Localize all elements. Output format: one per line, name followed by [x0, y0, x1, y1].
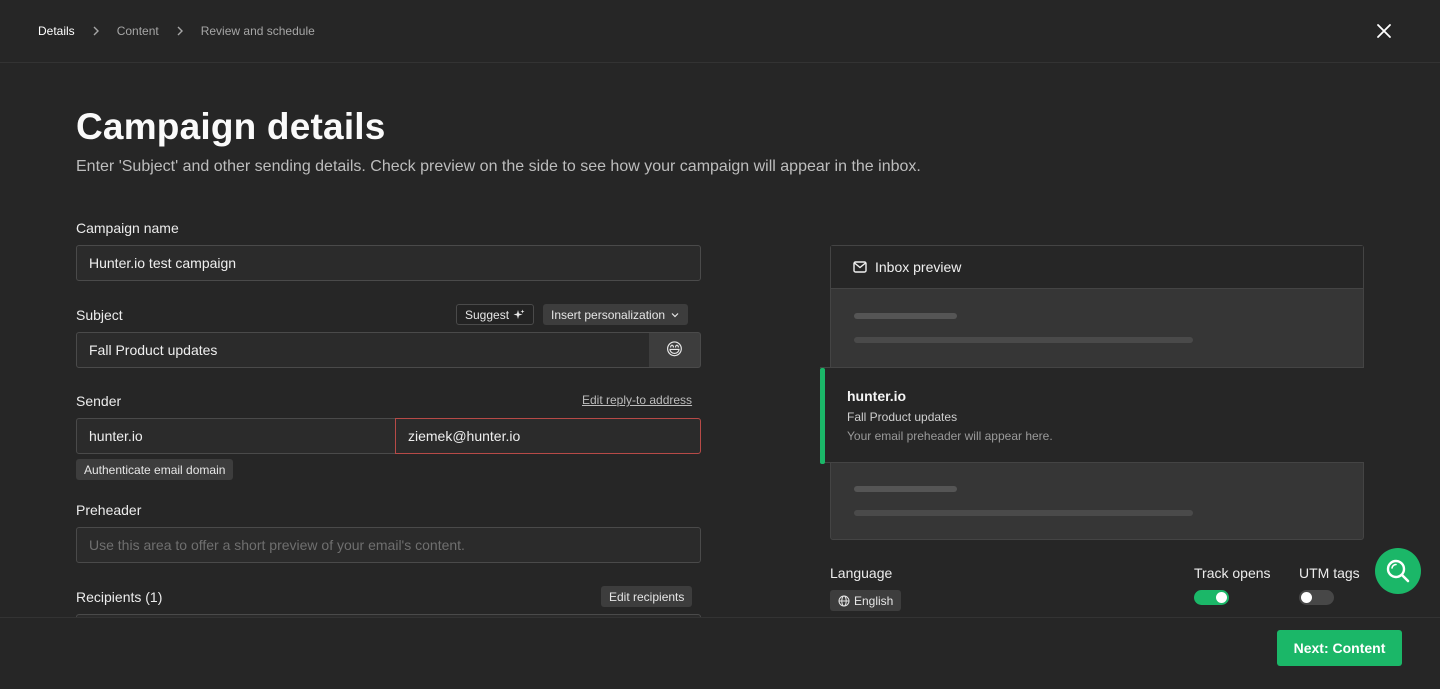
utm-tags-label: UTM tags	[1299, 565, 1360, 581]
suggest-button-label: Suggest	[465, 307, 510, 322]
preview-sender: hunter.io	[847, 388, 907, 404]
language-select[interactable]: English	[830, 590, 902, 611]
edit-reply-to-link[interactable]: Edit reply-to address	[582, 393, 692, 407]
emoji-picker-button[interactable]: 😄	[649, 332, 701, 368]
inbox-preview-header: Inbox preview	[831, 246, 1363, 289]
page-title: Campaign details	[76, 106, 386, 147]
sender-label: Sender	[76, 393, 122, 409]
toggle-knob	[1301, 592, 1312, 603]
insert-personalization-label: Insert personalization	[551, 307, 666, 322]
chevron-right-icon	[93, 26, 99, 36]
breadcrumb-item-review-and-schedule[interactable]: Review and schedule	[201, 24, 315, 38]
page-subtitle: Enter 'Subject' and other sending detail…	[76, 158, 921, 175]
authenticate-email-domain-button[interactable]: Authenticate email domain	[76, 459, 234, 480]
inbox-preview-card: Inbox preview hunter.io Fall Product upd…	[820, 245, 1364, 540]
campaign-name-label: Campaign name	[76, 220, 179, 236]
language-value: English	[854, 593, 894, 608]
inbox-preview-email: hunter.io Fall Product updates Your emai…	[820, 367, 1364, 464]
inbox-preview-title: Inbox preview	[875, 259, 962, 275]
breadcrumb-item-details[interactable]: Details	[38, 24, 75, 38]
utm-tags-toggle[interactable]	[1299, 590, 1334, 605]
selected-indicator	[820, 368, 825, 464]
chevron-right-icon	[177, 26, 183, 36]
preview-subject: Fall Product updates	[847, 410, 958, 424]
edit-recipients-button[interactable]: Edit recipients	[601, 586, 693, 607]
globe-icon	[838, 595, 850, 606]
breadcrumb: Details Content Review and schedule	[38, 24, 315, 38]
preheader-input[interactable]: Use this area to offer a short preview o…	[76, 527, 701, 563]
subject-label: Subject	[76, 307, 123, 323]
placeholder-line	[854, 337, 1193, 343]
envelope-icon	[853, 261, 867, 273]
campaign-name-input[interactable]: Hunter.io test campaign	[76, 245, 701, 281]
smile-emoji-icon: 😄	[665, 340, 684, 359]
track-opens-toggle[interactable]	[1194, 590, 1229, 605]
search-icon	[1386, 559, 1410, 583]
placeholder-line	[854, 510, 1193, 516]
help-search-button[interactable]	[1375, 548, 1421, 594]
recipients-label: Recipients (1)	[76, 589, 163, 605]
subject-input[interactable]: Fall Product updates	[76, 332, 650, 368]
chevron-down-icon	[671, 312, 679, 317]
sparkle-icon	[513, 309, 525, 319]
close-icon[interactable]	[1374, 21, 1394, 41]
insert-personalization-dropdown[interactable]: Insert personalization	[543, 304, 689, 325]
top-bar: Details Content Review and schedule	[0, 0, 1440, 63]
preview-preheader: Your email preheader will appear here.	[847, 429, 1053, 443]
footer-bar	[0, 617, 1440, 689]
preheader-label: Preheader	[76, 502, 142, 518]
placeholder-line	[854, 313, 957, 319]
language-label: Language	[830, 565, 893, 581]
toggle-knob	[1216, 592, 1227, 603]
placeholder-line	[854, 486, 957, 492]
sender-email-input[interactable]: ziemek@hunter.io	[395, 418, 701, 454]
suggest-button[interactable]: Suggest	[456, 304, 535, 325]
track-opens-label: Track opens	[1194, 565, 1271, 581]
breadcrumb-item-content[interactable]: Content	[117, 24, 159, 38]
next-content-button[interactable]: Next: Content	[1277, 630, 1402, 666]
sender-name-input[interactable]: hunter.io	[76, 418, 396, 454]
